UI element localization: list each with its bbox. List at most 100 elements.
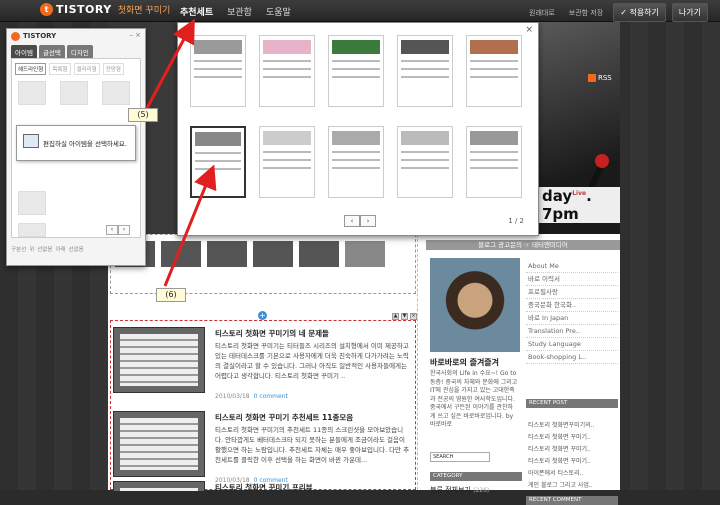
divider-top-select[interactable]: 선없음 (37, 245, 52, 253)
layout-option-icon[interactable] (18, 81, 46, 105)
annotation-label-6: (6) (156, 288, 186, 302)
link-item[interactable]: About Me (526, 260, 618, 273)
search-input[interactable]: SEARCH (430, 452, 490, 462)
divider-options: 구분선 위 선없음 아래 선없음 (11, 245, 84, 253)
page-title: 첫화면 꾸미기 (117, 6, 171, 16)
subtab-preview[interactable]: 전망형 (102, 63, 124, 75)
link-item[interactable]: Translation Pre.. (526, 325, 618, 338)
tab-post-select[interactable]: 글선택 (38, 45, 65, 59)
recent-post-item[interactable]: 아이폰에서 티스토리.. (526, 468, 618, 480)
move-down-icon[interactable]: ▼ (401, 313, 408, 320)
link-item[interactable]: Study Language (526, 338, 618, 351)
link-item[interactable]: Book-shopping L.. (526, 351, 618, 364)
layout-option-icon[interactable] (102, 81, 130, 105)
template-thumb-selected[interactable] (190, 126, 246, 198)
close-icon[interactable]: × (410, 313, 417, 320)
post-excerpt: 티스토리 첫화면 꾸미기의 추천세트 11종의 스크린샷을 모아보았습니다. 안… (215, 426, 410, 464)
exit-button[interactable]: 나가기 (671, 3, 708, 22)
subtab-headline[interactable]: 헤드라인형 (15, 63, 47, 75)
recent-post-item[interactable]: 게인 블로그 그리고 사업.. (526, 480, 618, 492)
prev-page-button[interactable]: ‹ (344, 215, 360, 227)
apply-button[interactable]: ✓ 적용하기 (613, 3, 666, 22)
layout-option-icon[interactable] (60, 81, 88, 105)
tab-design[interactable]: 디자인 (66, 45, 93, 59)
template-thumb[interactable] (466, 35, 522, 107)
divider-label: 구분선 (11, 247, 27, 253)
edit-item-icon (23, 134, 39, 148)
template-thumb[interactable] (259, 35, 315, 107)
gallery-thumb (299, 241, 339, 267)
nav-help[interactable]: 도움말 (266, 5, 291, 18)
item-edit-bar: ▲ ▼ × (111, 313, 417, 321)
divider-bottom-select[interactable]: 선없음 (69, 245, 84, 253)
move-up-icon[interactable]: ▲ (392, 313, 399, 320)
next-button[interactable]: › (118, 225, 130, 235)
close-icon[interactable]: × (525, 25, 533, 35)
recent-post-item[interactable]: 티스토리 첫화면꾸미기의.. (526, 420, 618, 432)
post-title[interactable]: 티스토리 첫화면 꾸미기의 네 문제들 (215, 328, 329, 339)
gallery-thumb (345, 241, 385, 267)
template-thumb[interactable] (397, 35, 453, 107)
gallery-thumb (253, 241, 293, 267)
next-page-button[interactable]: › (360, 215, 376, 227)
tistory-logo-icon: t (40, 3, 53, 16)
tistory-logo-icon (11, 31, 20, 41)
main-column: + ▲ ▼ × 티스토리 첫화면 꾸미기의 네 문제들 티스토리 첫화면 꾸미기… (108, 234, 418, 491)
comment-link[interactable]: 0 comment (254, 393, 288, 400)
subtab-list[interactable]: 목록형 (49, 63, 71, 75)
post-item[interactable]: 티스토리 첫화면 꾸미기 프리뷰 (111, 479, 417, 491)
nav-recommended-set[interactable]: 추천세트 (180, 5, 213, 18)
post-thumbnail (113, 411, 205, 477)
ad-banner[interactable]: 블로그 광고문의 ☞ 테터앤미디어 (426, 240, 620, 250)
save-to-storage-button[interactable]: 보관함 저장 (565, 6, 607, 20)
link-list: About Me 바로 이력서 프로필사랑 중국문화 한국화.. 바로 In J… (526, 260, 618, 364)
post-excerpt: 티스토리 첫화면 꾸미기는 티터들즈 시리즈의 설치형에서 이미 제공하고 있는… (215, 342, 409, 380)
template-thumb[interactable] (328, 126, 384, 198)
panel-window-controls[interactable]: – × (129, 31, 141, 39)
link-item[interactable]: 프로필사랑 (526, 286, 618, 299)
post-thumbnail (113, 327, 205, 393)
category-all[interactable]: 분류 전체보기 (226) (430, 485, 489, 495)
template-thumb[interactable] (259, 126, 315, 198)
subtab-gallery[interactable]: 갤러리형 (73, 63, 100, 75)
tab-items[interactable]: 아이템 (11, 45, 37, 59)
link-item[interactable]: 바로 이력서 (526, 273, 618, 286)
post-item[interactable]: 티스토리 첫화면 꾸미기의 네 문제들 티스토리 첫화면 꾸미기는 티터들즈 시… (111, 325, 417, 409)
layout-option-icon[interactable] (18, 223, 46, 237)
panel-header[interactable]: TISTORY (7, 29, 145, 43)
link-item[interactable]: 바로 In Japan (526, 312, 618, 325)
template-thumb[interactable] (190, 35, 246, 107)
layout-subtabs: 헤드라인형 목록형 갤러리형 전망형 (15, 63, 124, 75)
template-thumb[interactable] (328, 35, 384, 107)
post-meta: 2010/03/18 0 comment (215, 393, 288, 400)
reset-button[interactable]: 원래대로 (525, 6, 559, 20)
layout-option-icon[interactable] (18, 191, 46, 215)
profile-name: 바로바로의 즐겨즐겨 (430, 358, 500, 367)
hint-text: 편집하실 아이템을 선택하세요. (43, 140, 127, 148)
profile-photo (430, 258, 520, 352)
recent-post-item[interactable]: 티스토리 첫화면 꾸미기.. (526, 456, 618, 468)
nav-storage[interactable]: 보관함 (227, 5, 252, 18)
recent-post-item[interactable]: 티스토리 첫화면 꾸미기.. (526, 432, 618, 444)
recommended-set-popup: × ‹ › 1 / 2 (177, 22, 539, 236)
post-title[interactable]: 티스토리 첫화면 꾸미기 추천세트 11종모음 (215, 412, 353, 423)
tistory-logo[interactable]: t TISTORY 첫화면 꾸미기 (40, 3, 170, 16)
recent-post-item[interactable]: 티스토리 첫화면 꾸미기.. (526, 444, 618, 456)
microphone-head-image (595, 154, 609, 168)
recent-post-header: RECENT POST (526, 399, 618, 408)
gallery-strip[interactable] (110, 234, 416, 294)
sidebar: 블로그 광고문의 ☞ 테터앤미디어 바로바로의 즐겨즐겨 한국사회의 Life … (426, 234, 620, 505)
panel-pager: ‹ › (106, 225, 130, 235)
template-thumb[interactable] (466, 126, 522, 198)
template-thumb[interactable] (397, 126, 453, 198)
select-item-hint: 편집하실 아이템을 선택하세요. (16, 125, 136, 161)
main-nav: 추천세트 보관함 도움말 (180, 5, 291, 18)
top-toolbar: t TISTORY 첫화면 꾸미기 추천세트 보관함 도움말 원래대로 보관함 … (0, 0, 720, 22)
recent-comment-header: RECENT COMMENT (526, 496, 618, 505)
link-item[interactable]: 중국문화 한국화.. (526, 299, 618, 312)
annotation-label-5: (5) (128, 108, 158, 122)
rss-link[interactable]: RSS (588, 74, 612, 82)
post-list-area[interactable]: + ▲ ▼ × 티스토리 첫화면 꾸미기의 네 문제들 티스토리 첫화면 꾸미기… (110, 311, 417, 491)
prev-button[interactable]: ‹ (106, 225, 118, 235)
rss-icon (588, 74, 596, 82)
